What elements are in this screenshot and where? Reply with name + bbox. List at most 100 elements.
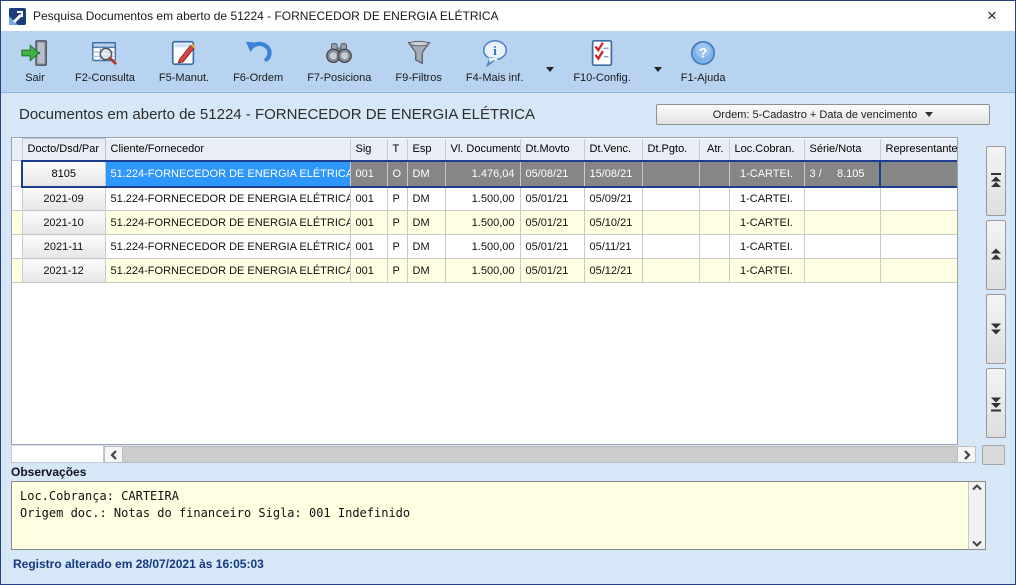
table-row[interactable]: 2021-10 51.224-FORNECEDOR DE ENERGIA ELÉ… [12, 211, 957, 235]
hscroll-thumb[interactable] [122, 447, 958, 462]
cell-loccobran[interactable]: 1-CARTEI. [729, 211, 804, 235]
column-header[interactable]: Dt.Movto [520, 139, 584, 161]
f9-filtros-button[interactable]: F9-Filtros [391, 35, 445, 86]
f10-config-button[interactable]: F10-Config. [569, 35, 634, 86]
cell-representante[interactable] [880, 259, 957, 283]
cell-atr[interactable] [699, 187, 729, 211]
cell-valor[interactable]: 1.500,00 [445, 235, 520, 259]
order-dropdown-button[interactable]: Ordem: 5-Cadastro + Data de vencimento [656, 104, 990, 125]
cell-dtmovto[interactable]: 05/01/21 [520, 235, 584, 259]
cell-dtpgto[interactable] [642, 187, 699, 211]
column-header[interactable]: Vl. Documento [445, 139, 520, 161]
cell-dtpgto[interactable] [642, 259, 699, 283]
column-header[interactable]: Série/Nota [804, 139, 880, 161]
cell-dtmovto[interactable]: 05/08/21 [520, 161, 584, 187]
cell-esp[interactable]: DM [407, 161, 445, 187]
cell-dtmovto[interactable]: 05/01/21 [520, 187, 584, 211]
f5-manut-button[interactable]: F5-Manut. [155, 35, 213, 86]
f1-ajuda-button[interactable]: ? F1-Ajuda [677, 35, 730, 86]
cell-sig[interactable]: 001 [350, 211, 387, 235]
cell-t[interactable]: P [387, 211, 407, 235]
observations-scrollbar[interactable] [968, 482, 985, 549]
cell-serienota[interactable] [804, 235, 880, 259]
cell-cliente[interactable]: 51.224-FORNECEDOR DE ENERGIA ELÉTRICA [105, 235, 350, 259]
cell-valor[interactable]: 1.500,00 [445, 259, 520, 283]
f6-ordem-button[interactable]: F6-Ordem [229, 35, 287, 86]
cell-serienota[interactable]: 3 / 8.105 [804, 161, 880, 187]
column-header[interactable]: Sig [350, 139, 387, 161]
column-header[interactable]: Loc.Cobran. [729, 139, 804, 161]
cell-serienota[interactable] [804, 211, 880, 235]
cell-sig[interactable]: 001 [350, 161, 387, 187]
cell-docto[interactable]: 2021-12 [22, 259, 105, 283]
column-header[interactable]: Docto/Dsd/Par [22, 139, 105, 161]
column-header[interactable]: Atr. [699, 139, 729, 161]
scroll-left-icon[interactable] [105, 447, 122, 462]
go-first-record-button[interactable] [986, 146, 1006, 216]
table-row[interactable]: 2021-12 51.224-FORNECEDOR DE ENERGIA ELÉ… [12, 259, 957, 283]
close-icon[interactable]: × [977, 2, 1007, 30]
cell-docto[interactable]: 2021-11 [22, 235, 105, 259]
cell-docto[interactable]: 2021-09 [22, 187, 105, 211]
column-header[interactable]: Esp [407, 139, 445, 161]
cell-loccobran[interactable]: 1-CARTEI. [729, 259, 804, 283]
mais-inf-dropdown-arrow[interactable] [545, 65, 555, 73]
cell-sig[interactable]: 001 [350, 187, 387, 211]
page-up-button[interactable] [986, 220, 1006, 290]
cell-serienota[interactable] [804, 187, 880, 211]
cell-sig[interactable]: 001 [350, 235, 387, 259]
cell-loccobran[interactable]: 1-CARTEI. [729, 161, 804, 187]
cell-docto[interactable]: 2021-10 [22, 211, 105, 235]
f7-posiciona-button[interactable]: F7-Posiciona [303, 35, 375, 86]
observations-box[interactable]: Loc.Cobrança: CARTEIRA Origem doc.: Nota… [11, 481, 986, 550]
cell-cliente[interactable]: 51.224-FORNECEDOR DE ENERGIA ELÉTRICA [105, 161, 350, 187]
cell-t[interactable]: O [387, 161, 407, 187]
cell-dtmovto[interactable]: 05/01/21 [520, 259, 584, 283]
sair-button[interactable]: Sair [15, 35, 55, 86]
cell-cliente[interactable]: 51.224-FORNECEDOR DE ENERGIA ELÉTRICA [105, 211, 350, 235]
table-row[interactable]: 2021-11 51.224-FORNECEDOR DE ENERGIA ELÉ… [12, 235, 957, 259]
cell-dtvenc[interactable]: 05/10/21 [584, 211, 642, 235]
cell-valor[interactable]: 1.500,00 [445, 187, 520, 211]
cell-dtpgto[interactable] [642, 235, 699, 259]
cell-loccobran[interactable]: 1-CARTEI. [729, 235, 804, 259]
cell-serienota[interactable] [804, 259, 880, 283]
cell-atr[interactable] [699, 211, 729, 235]
column-header[interactable]: Dt.Venc. [584, 139, 642, 161]
cell-atr[interactable] [699, 161, 729, 187]
cell-representante[interactable] [880, 211, 957, 235]
page-down-button[interactable] [986, 294, 1006, 364]
config-dropdown-arrow[interactable] [653, 65, 663, 73]
f4-mais-inf-button[interactable]: i F4-Mais inf. [462, 35, 527, 86]
cell-dtvenc[interactable]: 05/12/21 [584, 259, 642, 283]
f2-consulta-button[interactable]: F2-Consulta [71, 35, 139, 86]
scroll-right-icon[interactable] [958, 447, 975, 462]
cell-t[interactable]: P [387, 235, 407, 259]
column-header[interactable]: T [387, 139, 407, 161]
cell-sig[interactable]: 001 [350, 259, 387, 283]
table-row-selected[interactable]: 8105 51.224-FORNECEDOR DE ENERGIA ELÉTRI… [12, 161, 957, 187]
cell-dtmovto[interactable]: 05/01/21 [520, 211, 584, 235]
horizontal-scrollbar[interactable] [104, 446, 976, 463]
cell-esp[interactable]: DM [407, 187, 445, 211]
cell-dtpgto[interactable] [642, 211, 699, 235]
cell-esp[interactable]: DM [407, 235, 445, 259]
cell-docto[interactable]: 8105 [22, 161, 105, 187]
cell-dtpgto[interactable] [642, 161, 699, 187]
cell-dtvenc[interactable]: 05/09/21 [584, 187, 642, 211]
cell-loccobran[interactable]: 1-CARTEI. [729, 187, 804, 211]
cell-representante[interactable] [880, 187, 957, 211]
go-last-record-button[interactable] [986, 368, 1006, 438]
cell-atr[interactable] [699, 259, 729, 283]
cell-representante[interactable] [880, 235, 957, 259]
cell-cliente[interactable]: 51.224-FORNECEDOR DE ENERGIA ELÉTRICA [105, 259, 350, 283]
column-header[interactable]: Representante [880, 139, 957, 161]
cell-t[interactable]: P [387, 259, 407, 283]
cell-t[interactable]: P [387, 187, 407, 211]
cell-esp[interactable]: DM [407, 259, 445, 283]
cell-representante[interactable] [880, 161, 957, 187]
cell-valor[interactable]: 1.476,04 [445, 161, 520, 187]
cell-valor[interactable]: 1.500,00 [445, 211, 520, 235]
column-header[interactable]: Cliente/Fornecedor [105, 139, 350, 161]
column-header[interactable]: Dt.Pgto. [642, 139, 699, 161]
